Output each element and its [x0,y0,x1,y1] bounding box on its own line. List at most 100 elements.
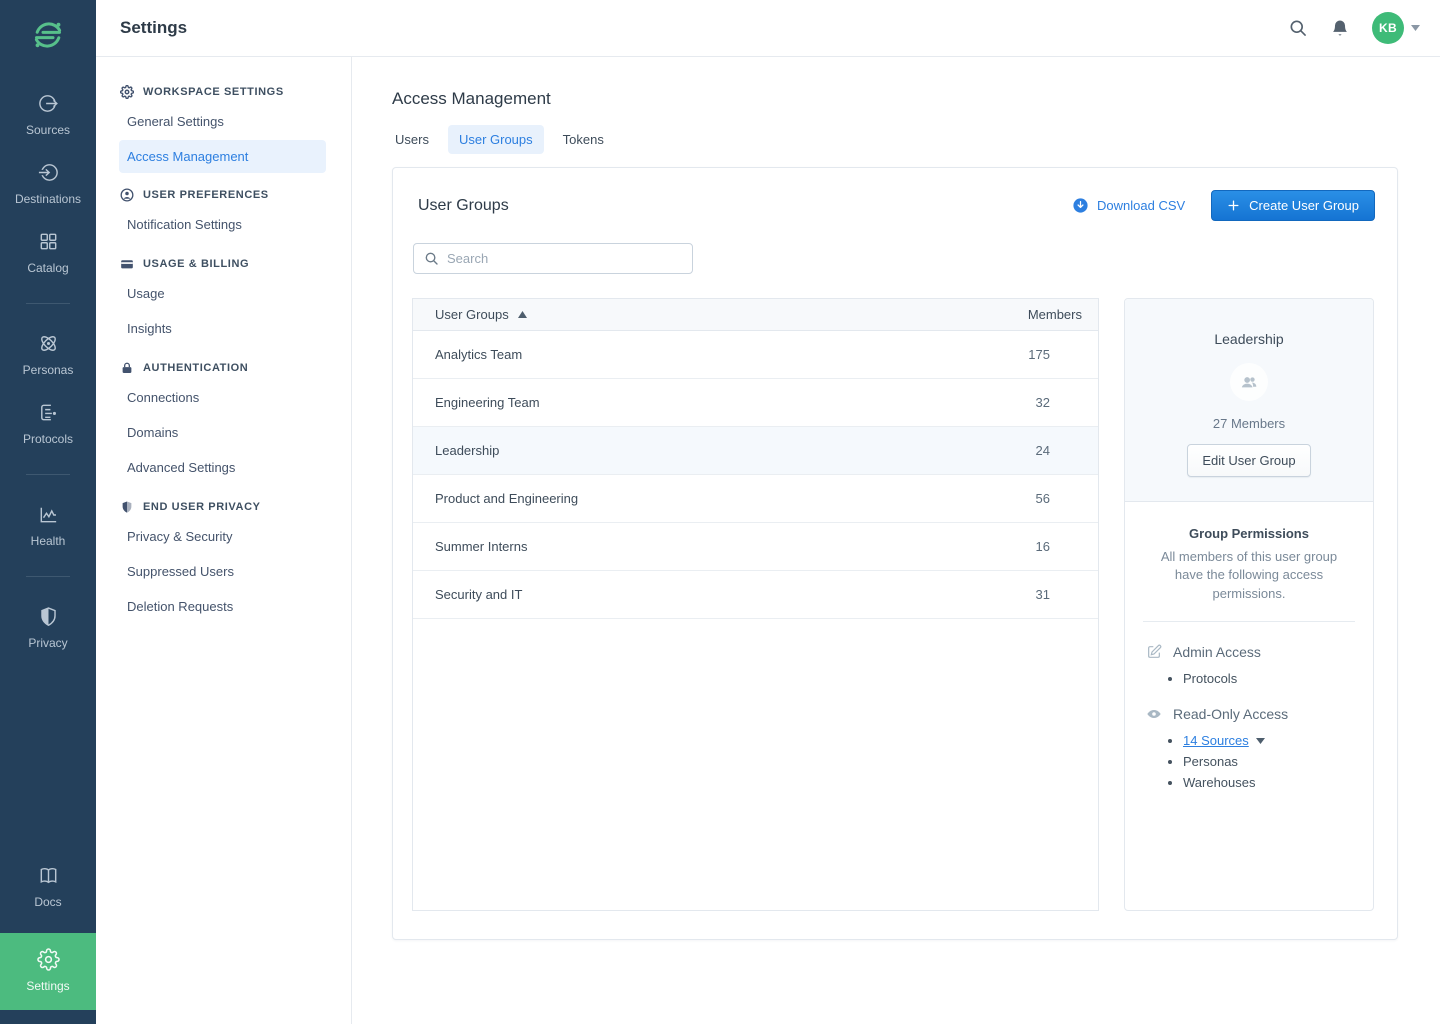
bell-icon[interactable] [1330,18,1350,38]
card-actions: Download CSV Create User Group [1072,190,1375,221]
edit-user-group-button[interactable]: Edit User Group [1187,444,1310,477]
rail-item-destinations[interactable]: Destinations [0,161,96,206]
nav-item-connections[interactable]: Connections [96,380,351,415]
column-header-user-groups[interactable]: User Groups [435,307,990,322]
rail-divider [26,303,70,304]
admin-access-list: Protocols [1141,668,1357,689]
rail-item-docs[interactable]: Docs [0,864,96,909]
section-label: END USER PRIVACY [143,501,261,513]
group-name: Leadership [1214,331,1283,347]
rail-item-label: Settings [26,979,69,993]
user-menu[interactable]: KB [1372,12,1420,44]
nav-item-privacy-security[interactable]: Privacy & Security [96,519,351,554]
rail-item-health[interactable]: Health [0,503,96,548]
gear-icon [120,85,134,99]
rail-item-label: Personas [23,363,74,377]
table-row[interactable]: Security and IT 31 [413,571,1098,619]
nav-item-deletion-requests[interactable]: Deletion Requests [96,589,351,624]
nav-item-domains[interactable]: Domains [96,415,351,450]
section-header: USER PREFERENCES [96,188,351,202]
nav-section-end-user-privacy: END USER PRIVACY Privacy & Security Supp… [96,500,351,624]
user-groups-table: User Groups Members Analytics Team 175 E… [412,298,1099,911]
table-row[interactable]: Product and Engineering 56 [413,475,1098,523]
content-row: WORKSPACE SETTINGS General Settings Acce… [96,57,1440,1024]
nav-item-suppressed-users[interactable]: Suppressed Users [96,554,351,589]
read-only-access-list: 14 Sources Personas Warehouses [1141,730,1357,793]
read-only-access-label: Read-Only Access [1173,706,1288,722]
settings-icon [37,948,60,971]
search-icon [424,251,439,266]
table-row[interactable]: Summer Interns 16 [413,523,1098,571]
user-groups-card: User Groups Download CSV Create User Gro… [392,167,1398,940]
table-row[interactable]: Engineering Team 32 [413,379,1098,427]
search-box[interactable] [413,243,693,274]
rail-item-label: Destinations [15,192,81,206]
table-row[interactable]: Analytics Team 175 [413,331,1098,379]
nav-item-notification-settings[interactable]: Notification Settings [96,207,351,242]
section-header: END USER PRIVACY [96,500,351,514]
nav-item-insights[interactable]: Insights [96,311,351,346]
sort-asc-icon [518,311,527,318]
section-header: USAGE & BILLING [96,257,351,271]
nav-section-usage-billing: USAGE & BILLING Usage Insights [96,257,351,346]
eye-icon [1146,706,1162,722]
search-input[interactable] [447,251,682,266]
sources-icon [37,92,60,115]
nav-item-general-settings[interactable]: General Settings [96,104,351,139]
rail-divider [26,576,70,577]
chevron-down-icon[interactable] [1256,738,1265,744]
people-icon [1238,371,1260,393]
topbar-title: Settings [120,18,187,38]
chevron-down-icon [1411,25,1420,31]
rail-item-privacy[interactable]: Privacy [0,605,96,650]
nav-item-access-management[interactable]: Access Management [119,140,326,173]
permission-item: Warehouses [1183,772,1357,793]
rail-item-settings[interactable]: Settings [0,933,96,1010]
credit-card-icon [120,257,134,271]
user-icon [120,188,134,202]
rail-item-protocols[interactable]: Protocols [0,401,96,446]
group-avatar [1230,363,1268,401]
rail-item-sources[interactable]: Sources [0,92,96,137]
protocols-icon [37,401,60,424]
group-detail-panel: Leadership 27 Members Edit User Group Gr… [1124,298,1374,911]
nav-section-user-preferences: USER PREFERENCES Notification Settings [96,188,351,242]
avatar[interactable]: KB [1372,12,1404,44]
nav-item-usage[interactable]: Usage [96,276,351,311]
download-csv-button[interactable]: Download CSV [1072,197,1185,214]
card-header: User Groups Download CSV Create User Gro… [393,168,1397,241]
table-row-selected[interactable]: Leadership 24 [413,427,1098,475]
search-icon[interactable] [1288,18,1308,38]
rail-item-label: Privacy [28,636,67,650]
panel-summary: Leadership 27 Members Edit User Group [1125,299,1373,502]
nav-section-authentication: AUTHENTICATION Connections Domains Advan… [96,361,351,485]
personas-icon [37,332,60,355]
rail-item-catalog[interactable]: Catalog [0,230,96,275]
shield-icon [120,500,134,514]
column-header-members[interactable]: Members [990,307,1082,322]
tab-user-groups[interactable]: User Groups [448,125,544,154]
rail-item-label: Sources [26,123,70,137]
segment-logo[interactable] [29,16,67,54]
settings-sidebar: WORKSPACE SETTINGS General Settings Acce… [96,57,352,1024]
tab-users[interactable]: Users [384,125,440,154]
divider [1143,621,1355,622]
topbar: Settings KB [96,0,1440,57]
permissions-description: All members of this user group have the … [1145,548,1353,603]
permission-item-sources: 14 Sources [1183,730,1357,751]
download-csv-label: Download CSV [1097,198,1185,213]
lock-icon [120,361,134,375]
section-label: AUTHENTICATION [143,362,248,374]
permission-item: Protocols [1183,668,1357,689]
sources-link[interactable]: 14 Sources [1183,730,1249,751]
nav-item-advanced-settings[interactable]: Advanced Settings [96,450,351,485]
permission-item: Personas [1183,751,1357,772]
rail-item-personas[interactable]: Personas [0,332,96,377]
group-permissions: Group Permissions All members of this us… [1125,502,1373,793]
docs-icon [37,864,60,887]
read-only-access-header: Read-Only Access [1141,706,1357,722]
tab-tokens[interactable]: Tokens [552,125,615,154]
rail-divider [26,474,70,475]
section-header: WORKSPACE SETTINGS [96,85,351,99]
create-user-group-button[interactable]: Create User Group [1211,190,1375,221]
